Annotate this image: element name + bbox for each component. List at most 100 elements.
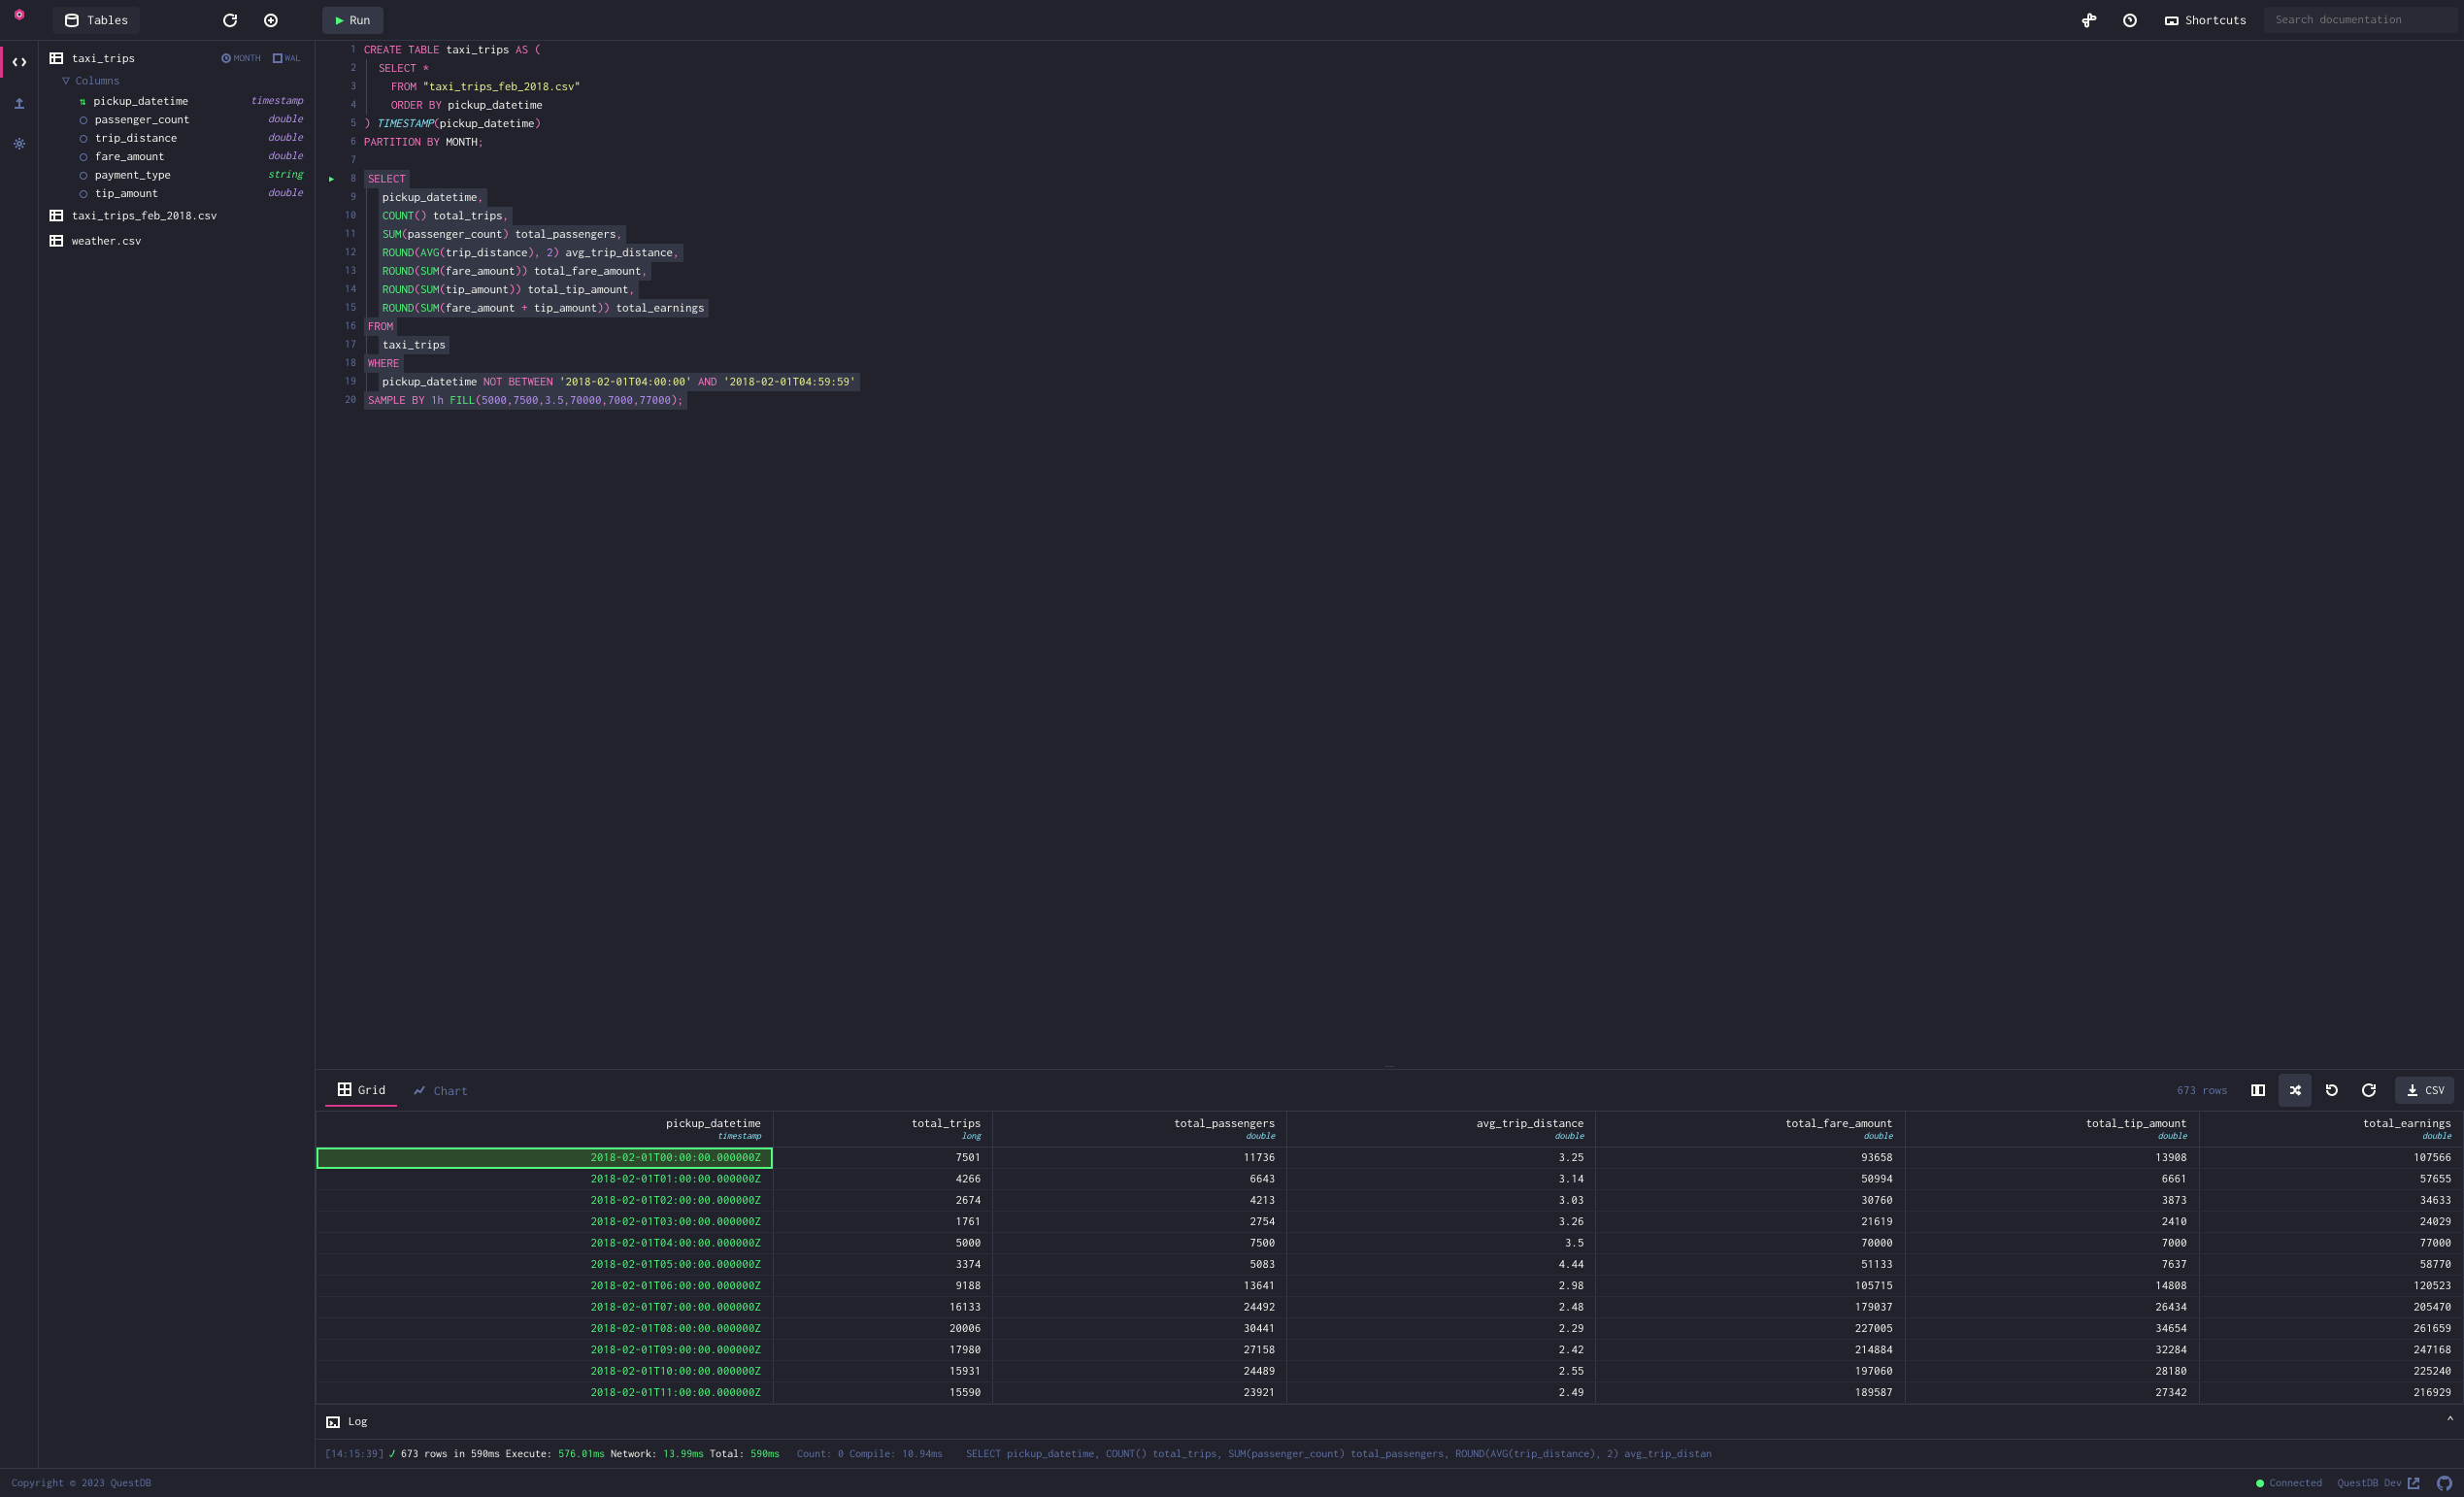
status-query: SELECT pickup_datetime, COUNT() total_tr… (966, 1448, 1712, 1460)
column-header[interactable]: avg_trip_distancedouble (1287, 1112, 1596, 1148)
search-input[interactable] (2264, 7, 2458, 33)
add-button[interactable] (254, 4, 287, 37)
column-type: timestamp (250, 95, 303, 108)
column-header[interactable]: total_tripslong (773, 1112, 993, 1148)
external-link-icon (2406, 1476, 2421, 1491)
column-header[interactable]: total_earningsdouble (2199, 1112, 2463, 1148)
refresh-grid-button[interactable] (2352, 1074, 2385, 1107)
circle-icon (80, 135, 87, 143)
log-bar[interactable]: Log ⌃ (316, 1404, 2464, 1439)
app-logo (12, 7, 39, 34)
move-left-button[interactable] (2279, 1074, 2312, 1107)
clock-icon (221, 53, 231, 63)
shortcuts-button[interactable]: Shortcuts (2154, 7, 2256, 34)
column-type: double (268, 114, 303, 126)
topbar: Tables ▶ Run Shortcuts (0, 0, 2464, 41)
table-row[interactable]: 2018-02-01T10:00:00.000000Z15931244892.5… (316, 1361, 2464, 1382)
column-item[interactable]: payment_typestring (39, 166, 315, 184)
slack-icon (2081, 13, 2097, 28)
footer: Copyright © 2023 QuestDB Connected Quest… (0, 1468, 2464, 1497)
code-area[interactable]: CREATE TABLE taxi_trips AS ( SELECT * FR… (364, 41, 2464, 1064)
tables-button[interactable]: Tables (52, 7, 140, 34)
column-item[interactable]: passenger_count double (39, 111, 315, 129)
column-name: payment_type (95, 169, 171, 182)
rail-code[interactable] (6, 49, 33, 76)
help-button[interactable] (2114, 4, 2147, 37)
tab-chart[interactable]: Chart (401, 1075, 480, 1106)
plus-circle-icon (263, 13, 279, 28)
status-time: [14:15:39] (325, 1448, 383, 1460)
column-header[interactable]: total_passengersdouble (993, 1112, 1287, 1148)
run-label: Run (350, 13, 370, 27)
table-row[interactable]: 2018-02-01T06:00:00.000000Z9188136412.98… (316, 1276, 2464, 1297)
status-rows: 673 rows in 590ms (401, 1448, 500, 1460)
rail-upload[interactable] (6, 89, 33, 116)
csv-filename: taxi_trips_feb_2018.csv (72, 210, 217, 222)
partition-badge: MONTH (217, 52, 265, 65)
tables-label: Tables (87, 13, 128, 27)
refresh-icon (222, 13, 238, 28)
tab-grid[interactable]: Grid (325, 1074, 397, 1107)
results-grid[interactable]: pickup_datetimetimestamptotal_tripslongt… (316, 1111, 2464, 1404)
line-gutter: 1234567891011121314151617181920 (316, 41, 364, 1064)
freeze-button[interactable] (2242, 1074, 2275, 1107)
column-item[interactable]: ⇅pickup_datetimetimestamp (39, 92, 315, 111)
slack-button[interactable] (2073, 4, 2106, 37)
chart-icon (413, 1082, 428, 1098)
table-row[interactable]: 2018-02-01T07:00:00.000000Z16133244922.4… (316, 1297, 2464, 1318)
table-row[interactable]: 2018-02-01T11:00:00.000000Z15590239212.4… (316, 1382, 2464, 1404)
square-icon (273, 53, 283, 63)
table-icon (49, 50, 64, 66)
sort-icon: ⇅ (80, 95, 86, 108)
github-link[interactable] (2437, 1476, 2452, 1491)
csv-file-item[interactable]: taxi_trips_feb_2018.csv (39, 203, 315, 228)
csv-filename: weather.csv (72, 235, 142, 248)
rotate-icon (2324, 1082, 2340, 1098)
column-header[interactable]: total_tip_amountdouble (1905, 1112, 2199, 1148)
shuffle-icon (2287, 1082, 2303, 1098)
terminal-icon (325, 1414, 341, 1430)
table-row[interactable]: 2018-02-01T04:00:00.000000Z500075003.570… (316, 1233, 2464, 1254)
table-row[interactable]: 2018-02-01T05:00:00.000000Z337450834.445… (316, 1254, 2464, 1276)
grid-icon (337, 1081, 352, 1097)
table-row[interactable]: 2018-02-01T00:00:00.000000Z7501117363.25… (316, 1148, 2464, 1169)
rail-settings[interactable] (6, 130, 33, 157)
table-row[interactable]: 2018-02-01T03:00:00.000000Z176127543.262… (316, 1212, 2464, 1233)
column-type: double (268, 187, 303, 200)
column-header[interactable]: total_fare_amountdouble (1596, 1112, 1905, 1148)
table-row[interactable]: 2018-02-01T02:00:00.000000Z267442133.033… (316, 1190, 2464, 1212)
column-name: fare_amount (95, 150, 165, 163)
column-name: tip_amount (95, 187, 158, 200)
brand-link[interactable]: QuestDB Dev (2338, 1476, 2421, 1491)
csv-file-item[interactable]: weather.csv (39, 228, 315, 253)
connection-dot (2256, 1480, 2264, 1487)
database-icon (64, 13, 80, 28)
columns-header[interactable]: ▽ Columns (39, 70, 315, 92)
left-rail (0, 41, 39, 1468)
csv-export-button[interactable]: CSV (2395, 1077, 2455, 1104)
column-header[interactable]: pickup_datetimetimestamp (316, 1112, 774, 1148)
table-node[interactable]: taxi_trips MONTH WAL (39, 47, 315, 70)
table-row[interactable]: 2018-02-01T09:00:00.000000Z17980271582.4… (316, 1340, 2464, 1361)
circle-icon (80, 116, 87, 124)
column-name: passenger_count (95, 114, 190, 126)
column-item[interactable]: tip_amount double (39, 184, 315, 203)
table-row[interactable]: 2018-02-01T08:00:00.000000Z20006304412.2… (316, 1318, 2464, 1340)
check-icon: ✓ (389, 1448, 395, 1460)
shortcuts-label: Shortcuts (2185, 13, 2247, 27)
help-icon (2122, 13, 2138, 28)
columns-icon (2250, 1082, 2266, 1098)
table-row[interactable]: 2018-02-01T01:00:00.000000Z426666433.145… (316, 1169, 2464, 1190)
table-icon (49, 233, 64, 249)
results-panel: Grid Chart 673 rows CSV pic (316, 1069, 2464, 1404)
column-item[interactable]: fare_amount double (39, 148, 315, 166)
refresh-button[interactable] (214, 4, 247, 37)
code-editor[interactable]: 1234567891011121314151617181920 CREATE T… (316, 41, 2464, 1064)
reset-button[interactable] (2315, 1074, 2348, 1107)
chevron-down-icon: ▽ (62, 74, 70, 88)
sidebar: taxi_trips MONTH WAL ▽ Columns ⇅pickup_d… (39, 41, 316, 1468)
column-type: double (268, 150, 303, 163)
chevron-up-icon: ⌃ (2447, 1414, 2454, 1429)
column-item[interactable]: trip_distancedouble (39, 129, 315, 148)
run-button[interactable]: ▶ Run (322, 7, 383, 34)
